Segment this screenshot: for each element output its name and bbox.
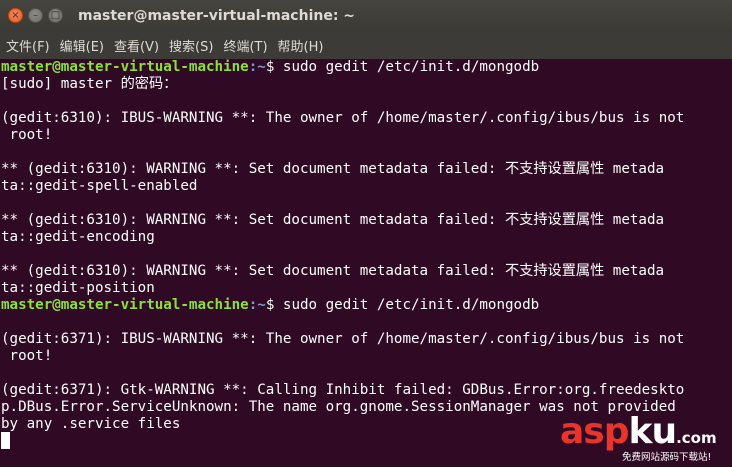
maximize-icon[interactable]: □ (48, 8, 63, 23)
prompt-symbol: $ (265, 59, 283, 75)
terminal-cursor (1, 432, 10, 449)
terminal-line: root! (1, 348, 53, 364)
terminal-line: ta::gedit-position (1, 280, 155, 296)
terminal-prompt-line: master@master-virtual-machine:~$ sudo ge… (1, 59, 539, 76)
menu-bar: 文件(F) 编辑(E) 查看(V) 搜索(S) 终端(T) 帮助(H) (0, 31, 732, 59)
terminal-output[interactable]: master@master-virtual-machine:~$ sudo ge… (0, 59, 732, 467)
terminal-line: ** (gedit:6310): WARNING **: Set documen… (1, 212, 665, 228)
terminal-line: ta::gedit-encoding (1, 229, 155, 245)
terminal-line: ** (gedit:6310): WARNING **: Set documen… (1, 263, 665, 279)
prompt-symbol: $ (265, 297, 283, 313)
terminal-line: by any .service files (1, 416, 181, 432)
terminal-line: ** (gedit:6310): WARNING **: Set documen… (1, 161, 665, 177)
terminal-line: root! (1, 127, 53, 143)
prompt-path: :~ (248, 297, 266, 313)
menu-terminal[interactable]: 终端(T) (223, 36, 267, 55)
watermark-part1: asp (560, 411, 629, 452)
menu-search[interactable]: 搜索(S) (169, 36, 213, 55)
menu-file[interactable]: 文件(F) (6, 36, 50, 55)
terminal-line: (gedit:6371): Gtk-WARNING **: Calling In… (1, 382, 685, 398)
title-bar: × – □ master@master-virtual-machine: ~ (0, 0, 732, 31)
window-title: master@master-virtual-machine: ~ (78, 7, 356, 24)
terminal-prompt-line: master@master-virtual-machine:~$ sudo ge… (1, 297, 539, 314)
prompt-user: master@master-virtual-machine (1, 59, 249, 75)
command-text: sudo gedit /etc/init.d/mongodb (282, 59, 540, 75)
close-icon[interactable]: × (8, 8, 23, 23)
menu-help[interactable]: 帮助(H) (278, 36, 324, 55)
minimize-icon[interactable]: – (28, 8, 43, 23)
terminal-line: ta::gedit-spell-enabled (1, 178, 198, 194)
watermark-logo: aspku.com 免费网站源码下载站! (560, 412, 730, 464)
terminal-line: (gedit:6371): IBUS-WARNING **: The owner… (1, 331, 685, 347)
menu-view[interactable]: 查看(V) (114, 36, 159, 55)
watermark-tagline: 免费网站源码下载站! (622, 452, 712, 463)
prompt-user: master@master-virtual-machine (1, 297, 249, 313)
terminal-line: [sudo] master 的密码： (1, 76, 178, 92)
terminal-line: (gedit:6310): IBUS-WARNING **: The owner… (1, 110, 685, 126)
watermark-suffix: .com (676, 429, 717, 447)
command-text: sudo gedit /etc/init.d/mongodb (282, 297, 540, 313)
prompt-path: :~ (248, 59, 266, 75)
menu-edit[interactable]: 编辑(E) (60, 36, 104, 55)
watermark-part2: ku (628, 411, 678, 452)
